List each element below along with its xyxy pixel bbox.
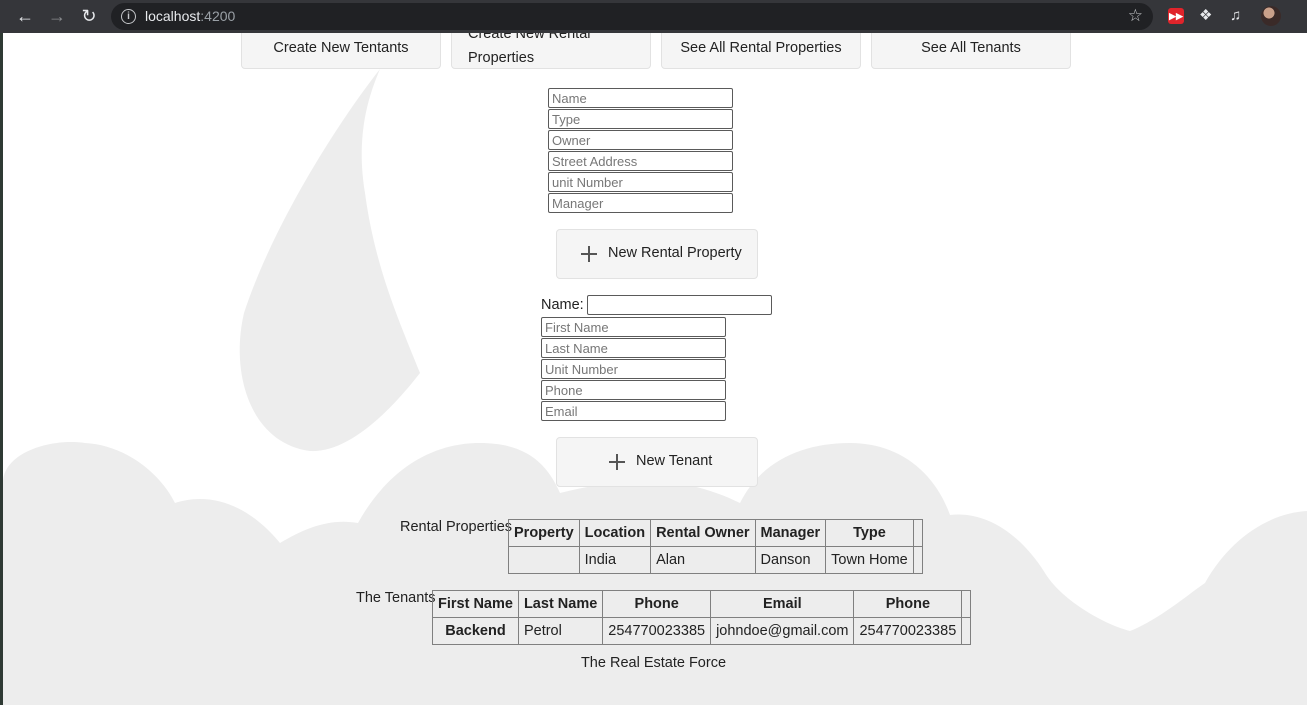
- header-location: Location: [578, 519, 652, 547]
- cell-email: johndoe@gmail.com: [710, 617, 855, 645]
- table-header-row: Property Location Rental Owner Manager T…: [508, 519, 923, 547]
- header-empty: [961, 590, 972, 618]
- unit-number-input[interactable]: [548, 172, 733, 192]
- see-tenants-label: See All Tenants: [921, 40, 1021, 56]
- cell-manager: Danson: [754, 546, 827, 574]
- header-manager: Manager: [754, 519, 827, 547]
- star-icon[interactable]: ☆: [1128, 6, 1143, 26]
- rental-table-caption: Rental Properties: [400, 519, 513, 535]
- tenant-name-label: Name:: [541, 297, 584, 313]
- browser-toolbar: ← → ↻ i localhost:4200 ☆ ▶▶ ❖ ♫: [0, 0, 1307, 33]
- cell-property: [508, 546, 580, 574]
- extension-red-icon[interactable]: ▶▶: [1168, 8, 1184, 24]
- tenants-table: First Name Last Name Phone Email Phone B…: [432, 590, 972, 645]
- footer-text: The Real Estate Force: [580, 655, 727, 671]
- last-name-input[interactable]: [541, 338, 726, 358]
- header-last-name: Last Name: [517, 590, 604, 618]
- header-empty: [912, 519, 923, 547]
- new-rental-property-label: New Rental Property: [608, 245, 742, 261]
- header-phone-2: Phone: [853, 590, 963, 618]
- cell-phone: 254770023385: [602, 617, 712, 645]
- see-tenants-button[interactable]: See All Tenants: [871, 33, 1071, 69]
- cell-last-name: Petrol: [517, 617, 604, 645]
- page-viewport: Create New Tentants Create New Rental Pr…: [0, 33, 1307, 705]
- header-phone: Phone: [602, 590, 712, 618]
- forward-arrow-icon[interactable]: →: [45, 5, 69, 27]
- new-tenant-label: New Tenant: [636, 453, 713, 469]
- table-row: India Alan Danson Town Home: [508, 546, 923, 574]
- tenant-unit-number-input[interactable]: [541, 359, 726, 379]
- cell-phone-2: 254770023385: [853, 617, 963, 645]
- header-type: Type: [825, 519, 914, 547]
- new-tenant-button[interactable]: New Tenant: [556, 437, 758, 487]
- cell-empty: [961, 617, 972, 645]
- address-bar[interactable]: i localhost:4200 ☆: [111, 3, 1153, 30]
- reload-icon[interactable]: ↻: [77, 5, 101, 27]
- create-tenants-label: Create New Tentants: [273, 40, 409, 56]
- email-input[interactable]: [541, 401, 726, 421]
- cell-empty: [912, 546, 923, 574]
- create-rental-label: Create New Rental Properties: [468, 33, 591, 66]
- back-arrow-icon[interactable]: ←: [13, 5, 37, 27]
- cell-location: India: [578, 546, 652, 574]
- property-name-input[interactable]: [548, 88, 733, 108]
- header-rental-owner: Rental Owner: [650, 519, 756, 547]
- info-icon[interactable]: i: [121, 9, 136, 24]
- new-rental-property-button[interactable]: New Rental Property: [556, 229, 758, 279]
- puzzle-icon[interactable]: ❖: [1199, 8, 1215, 24]
- cell-type: Town Home: [825, 546, 914, 574]
- header-email: Email: [710, 590, 855, 618]
- profile-avatar[interactable]: [1261, 6, 1281, 26]
- cell-first-name: Backend: [432, 617, 519, 645]
- tenant-table-caption: The Tenants: [356, 590, 436, 606]
- create-rental-button[interactable]: Create New Rental Properties: [451, 33, 651, 69]
- plus-icon: [581, 246, 597, 262]
- create-tenants-button[interactable]: Create New Tentants: [241, 33, 441, 69]
- header-property: Property: [508, 519, 580, 547]
- see-rentals-label: See All Rental Properties: [680, 40, 842, 56]
- header-first-name: First Name: [432, 590, 519, 618]
- url-host: localhost: [145, 8, 201, 24]
- left-edge-strip: [0, 33, 3, 705]
- tenant-name-input[interactable]: [587, 295, 772, 315]
- property-owner-input[interactable]: [548, 130, 733, 150]
- table-header-row: First Name Last Name Phone Email Phone: [432, 590, 972, 618]
- property-type-input[interactable]: [548, 109, 733, 129]
- street-address-input[interactable]: [548, 151, 733, 171]
- plus-icon: [609, 454, 625, 470]
- manager-input[interactable]: [548, 193, 733, 213]
- table-row: Backend Petrol 254770023385 johndoe@gmai…: [432, 617, 972, 645]
- see-rentals-button[interactable]: See All Rental Properties: [661, 33, 861, 69]
- phone-input[interactable]: [541, 380, 726, 400]
- first-name-input[interactable]: [541, 317, 726, 337]
- cell-rental-owner: Alan: [650, 546, 756, 574]
- rental-properties-table: Property Location Rental Owner Manager T…: [508, 519, 923, 574]
- url-port: :4200: [200, 8, 236, 24]
- media-icon[interactable]: ♫: [1230, 8, 1246, 24]
- url-text: localhost:4200: [145, 8, 235, 24]
